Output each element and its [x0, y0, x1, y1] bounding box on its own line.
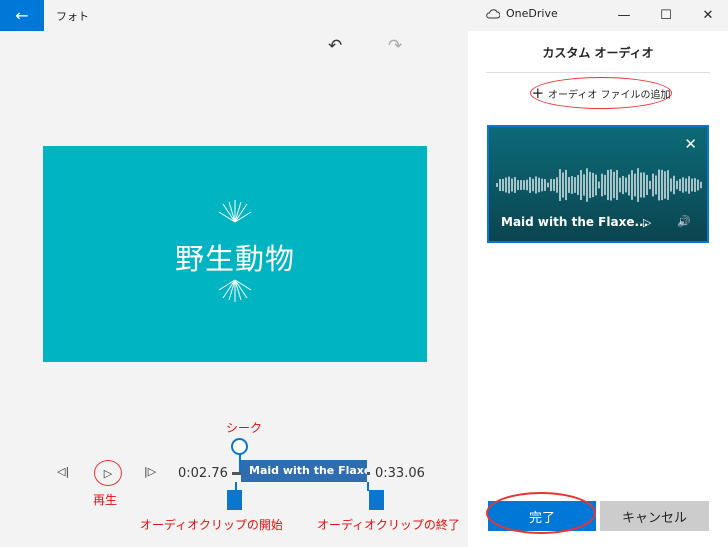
- panel-title: カスタム オーディオ: [542, 46, 654, 60]
- clip-start-stem: [235, 482, 237, 491]
- end-time: 0:33.06: [375, 466, 425, 481]
- back-button[interactable]: ←: [0, 0, 44, 31]
- ornament-bottom-icon: [218, 279, 252, 302]
- seek-line: [239, 454, 241, 472]
- waveform-icon: [496, 168, 702, 202]
- play-annotation: 再生: [93, 493, 118, 507]
- preview-title: 野生動物: [174, 242, 295, 276]
- previous-frame-icon[interactable]: ◁|: [57, 465, 69, 478]
- undo-icon[interactable]: ↶: [328, 36, 342, 56]
- play-button[interactable]: ▷: [94, 460, 122, 486]
- audio-clip[interactable]: Maid with the Flaxen: [241, 460, 367, 482]
- next-frame-icon[interactable]: |▷: [144, 465, 156, 478]
- minimize-button[interactable]: —: [605, 0, 643, 31]
- audio-card[interactable]: ✕ Maid with the Flaxe... ▷ 🔊: [487, 125, 709, 243]
- audio-card-name: Maid with the Flaxe...: [501, 215, 649, 229]
- custom-audio-panel: カスタム オーディオ + オーディオ ファイルの追加 ✕ Maid with t…: [468, 31, 728, 547]
- cancel-button[interactable]: キャンセル: [600, 501, 709, 531]
- add-audio-file-button[interactable]: + オーディオ ファイルの追加: [530, 77, 672, 109]
- plus-icon: +: [531, 84, 545, 102]
- app-title: フォト: [56, 10, 89, 23]
- start-time: 0:02.76: [178, 466, 228, 481]
- ornament-top-icon: [218, 200, 252, 223]
- clip-end-annotation: オーディオクリップの終了: [317, 518, 460, 532]
- panel-divider: [486, 72, 710, 73]
- remove-audio-icon[interactable]: ✕: [684, 135, 697, 153]
- clip-end-stem: [367, 482, 369, 491]
- done-highlight: [486, 492, 596, 534]
- audio-play-icon[interactable]: ▷: [643, 216, 651, 229]
- back-arrow-icon: ←: [15, 6, 29, 25]
- seek-handle[interactable]: [231, 438, 248, 455]
- cloud-icon: [486, 8, 500, 18]
- clip-start-handle[interactable]: [227, 490, 242, 510]
- audio-volume-icon[interactable]: 🔊: [677, 215, 691, 228]
- onedrive-indicator[interactable]: OneDrive: [486, 7, 558, 20]
- seek-annotation: シーク: [226, 421, 263, 435]
- video-preview: 野生動物: [43, 146, 427, 362]
- maximize-button[interactable]: ☐: [647, 0, 685, 31]
- clip-start-annotation: オーディオクリップの開始: [140, 518, 283, 532]
- clip-end-handle[interactable]: [369, 490, 384, 510]
- close-button[interactable]: ✕: [689, 0, 727, 31]
- add-audio-label: オーディオ ファイルの追加: [548, 89, 671, 101]
- onedrive-label: OneDrive: [506, 7, 558, 20]
- redo-icon[interactable]: ↷: [388, 36, 402, 56]
- play-icon: ▷: [103, 466, 113, 480]
